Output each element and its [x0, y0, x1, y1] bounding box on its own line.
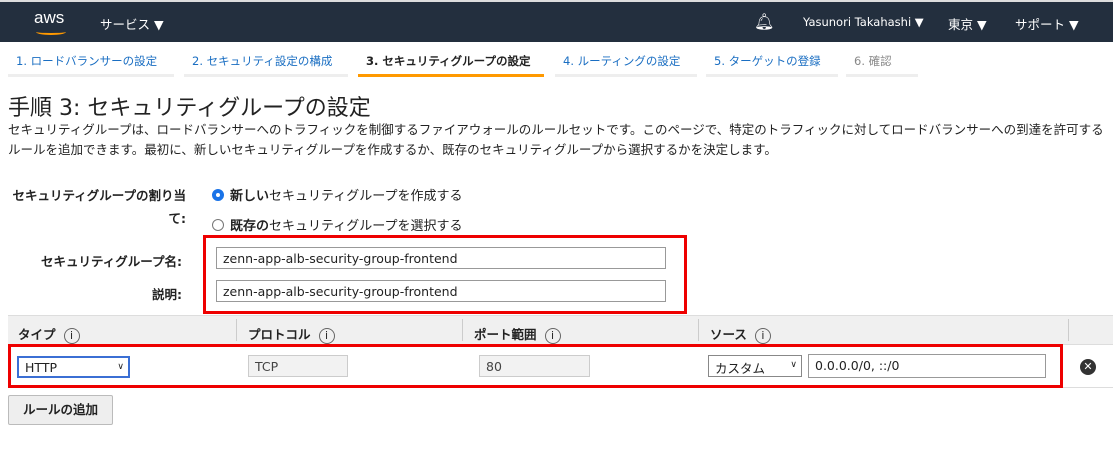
description-label: 説明: [152, 287, 182, 302]
rules-table-header: タイプ i プロトコル i ポート範囲 i ソース i [8, 315, 1113, 345]
remove-rule-icon[interactable]: ✕ [1080, 359, 1096, 375]
tab-security-group[interactable]: 3. セキュリティグループの設定 [358, 53, 544, 77]
tab-routing[interactable]: 4. ルーティングの設定 [555, 53, 697, 77]
tab-load-balancer[interactable]: 1. ロードバランサーの設定 [8, 53, 174, 77]
divider [1068, 319, 1069, 341]
divider [462, 319, 463, 341]
add-rule-button[interactable]: ルールの追加 [8, 395, 113, 425]
bell-icon[interactable]: 🔔︎ [754, 12, 774, 31]
info-icon[interactable]: i [754, 328, 771, 344]
tab-review[interactable]: 6. 確認 [846, 53, 918, 77]
option-new-bold: 新しい [230, 189, 270, 204]
header-source: ソース i [710, 324, 771, 344]
header-protocol: プロトコル i [248, 324, 335, 344]
header-type: タイプ i [18, 324, 80, 344]
option-existing-bold: 既存の [230, 219, 270, 234]
description-input[interactable]: zenn-app-alb-security-group-frontend [216, 280, 666, 302]
page-title: 手順 3: セキュリティグループの設定 [8, 96, 371, 121]
header-port-range: ポート範囲 i [474, 324, 561, 344]
user-menu[interactable]: Yasunori Takahashi ▼ [803, 15, 924, 29]
source-input[interactable]: 0.0.0.0/0, ::/0 [808, 354, 1046, 378]
option-new-text: セキュリティグループを作成する [269, 189, 463, 204]
radio-icon[interactable] [212, 219, 224, 231]
aws-logo[interactable]: aws [34, 8, 64, 28]
tab-security-settings[interactable]: 2. セキュリティ設定の構成 [184, 53, 348, 77]
assign-label: セキュリティグループの割り当て: [12, 188, 186, 226]
radio-existing[interactable]: 既存のセキュリティグループを選択する [212, 215, 462, 234]
aws-smile-icon [36, 29, 66, 35]
top-navigation-bar: aws サービス ▼ 🔔︎ Yasunori Takahashi ▼ 東京 ▼ … [0, 0, 1113, 42]
page-description: セキュリティグループは、ロードバランサーへのトラフィックを制御するファイアウォー… [8, 122, 1104, 157]
option-existing-text: セキュリティグループを選択する [269, 219, 463, 234]
divider [698, 319, 699, 341]
chevron-down-icon: ∨ [117, 362, 124, 372]
services-menu[interactable]: サービス ▼ [100, 14, 164, 33]
support-menu[interactable]: サポート ▼ [1015, 14, 1079, 33]
divider [236, 319, 237, 341]
type-select[interactable]: HTTP ∨ [17, 356, 130, 378]
radio-new[interactable]: 新しいセキュリティグループを作成する [212, 185, 462, 204]
protocol-field: TCP [248, 355, 348, 377]
name-label: セキュリティグループ名: [41, 254, 182, 269]
info-icon[interactable]: i [63, 328, 80, 344]
tab-targets[interactable]: 5. ターゲットの登録 [706, 53, 838, 77]
chevron-down-icon: ∨ [790, 360, 797, 370]
security-group-name-input[interactable]: zenn-app-alb-security-group-frontend [216, 247, 666, 269]
radio-icon[interactable] [212, 189, 224, 201]
port-range-field: 80 [479, 355, 590, 377]
info-icon[interactable]: i [544, 328, 561, 344]
source-type-select[interactable]: カスタム ∨ [708, 355, 802, 377]
region-menu[interactable]: 東京 ▼ [948, 14, 987, 33]
info-icon[interactable]: i [318, 328, 335, 344]
